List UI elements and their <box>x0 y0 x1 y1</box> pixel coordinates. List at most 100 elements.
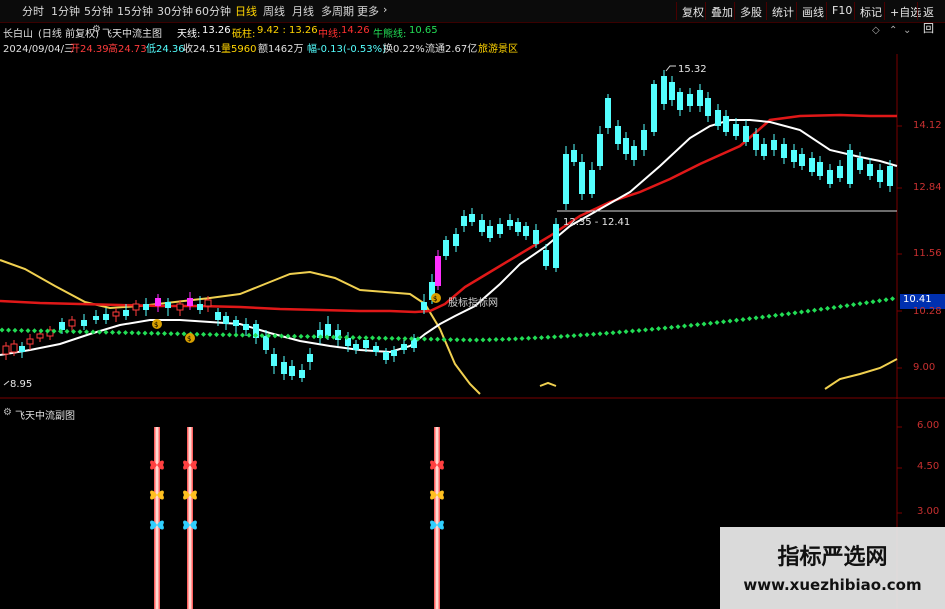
candle <box>799 148 805 170</box>
zhongxian-value: 14.26 <box>341 25 370 36</box>
dot-marker <box>643 327 648 333</box>
dot-marker <box>656 326 661 332</box>
main-chart[interactable]: $ $ $ <box>0 54 945 399</box>
dot-marker <box>591 331 596 337</box>
f10-button[interactable]: F10 <box>826 2 857 20</box>
tab-15min[interactable]: 15分钟 <box>117 3 153 19</box>
dot-marker <box>506 336 512 342</box>
dot-marker <box>201 331 206 337</box>
dot-marker <box>747 316 752 322</box>
tab-5min[interactable]: 5分钟 <box>84 3 113 19</box>
dot-marker <box>448 337 453 343</box>
dot-marker <box>766 313 772 319</box>
tab-60min[interactable]: 60分钟 <box>195 3 231 19</box>
candle <box>223 312 229 330</box>
dot-marker <box>311 334 317 340</box>
candle <box>469 208 475 226</box>
low-mark-label: 8.95 <box>10 379 33 390</box>
watermark-url: www.xuezhibiao.com <box>743 576 922 594</box>
dot-marker <box>779 312 785 318</box>
settings-gear-icon[interactable]: ⚙ <box>92 24 101 35</box>
candle <box>867 158 873 180</box>
candle <box>809 152 815 176</box>
candle <box>155 294 161 312</box>
tab-multi-period[interactable]: 多周期 <box>321 3 354 19</box>
price-axis-label: 12.84 <box>913 182 942 193</box>
tab-1min[interactable]: 1分钟 <box>51 3 80 19</box>
dot-marker <box>435 336 440 342</box>
dot-marker <box>493 337 499 343</box>
candle <box>523 222 529 240</box>
dot-marker <box>357 335 362 341</box>
range-label: 12.35 - 12.41 <box>563 217 631 228</box>
dot-marker <box>396 335 401 341</box>
dot-marker <box>838 304 843 310</box>
tab-30min[interactable]: 30分钟 <box>157 3 193 19</box>
candle <box>289 360 295 380</box>
chevron-right-icon[interactable]: › <box>383 3 387 16</box>
candle <box>837 160 843 182</box>
dot-marker <box>246 332 252 338</box>
tab-weekly[interactable]: 周线 <box>263 3 285 19</box>
dot-marker <box>623 329 629 335</box>
mark-button[interactable]: 标记 <box>854 2 887 20</box>
dot-marker <box>6 327 11 333</box>
dot-marker <box>571 333 577 339</box>
dot-marker <box>727 318 733 324</box>
chevron-down-icon[interactable]: ⌄ <box>903 25 911 36</box>
candle <box>233 316 239 334</box>
chevron-up-icon[interactable]: ⌃ <box>889 25 897 36</box>
candle <box>715 104 721 130</box>
candle <box>435 250 441 290</box>
svg-text:$: $ <box>154 321 158 329</box>
dot-marker <box>831 304 837 310</box>
sub-axis-label: 6.00 <box>917 420 940 431</box>
candle <box>401 340 407 354</box>
back-button[interactable]: 返回 <box>917 2 945 35</box>
dot-marker <box>383 335 388 341</box>
diamond-icon[interactable]: ◇ <box>872 25 880 36</box>
candle <box>615 120 621 150</box>
candle <box>112 308 120 322</box>
quote-turnover: 换0.22% <box>383 44 425 55</box>
tab-daily[interactable]: 日线 <box>235 3 257 19</box>
candle <box>697 84 703 112</box>
dot-marker <box>649 326 655 332</box>
candle <box>317 322 323 344</box>
candle <box>132 300 140 316</box>
multi-stock-button[interactable]: 多股 <box>734 2 767 20</box>
dot-marker <box>597 331 603 337</box>
tab-more[interactable]: 更多 <box>357 3 379 19</box>
dot-marker <box>279 333 284 339</box>
dot-marker <box>786 311 791 317</box>
tab-monthly[interactable]: 月线 <box>292 3 314 19</box>
candle <box>263 330 269 354</box>
svg-text:$: $ <box>187 335 191 343</box>
niuxiong-value: 10.65 <box>409 25 438 36</box>
candle <box>165 298 171 316</box>
candlesticks <box>2 70 893 382</box>
candle <box>857 152 863 174</box>
quote-change: 幅-0.13(-0.53%) <box>307 44 387 55</box>
dot-marker <box>155 330 161 336</box>
dot-marker <box>480 337 486 343</box>
candle <box>877 164 883 188</box>
dizhu-values: 9.42 : 13.26 <box>257 25 318 36</box>
candle <box>26 334 34 350</box>
draw-button[interactable]: 画线 <box>796 2 829 20</box>
dot-marker <box>19 327 24 333</box>
dot-marker <box>740 316 746 322</box>
quote-sector[interactable]: 旅游景区 <box>478 40 518 55</box>
dot-marker <box>116 330 122 336</box>
quote-volume: 量5960 <box>221 44 257 55</box>
tab-fenshi[interactable]: 分时 <box>22 3 44 19</box>
main-indicator-name[interactable]: 飞天中流主图 <box>102 25 162 40</box>
dot-marker <box>376 335 382 341</box>
watermark-title: 指标严选网 <box>777 545 888 570</box>
dot-marker <box>363 335 369 341</box>
sub-axis-label: 3.00 <box>917 506 940 517</box>
zhongxian-label: 中线: <box>318 29 342 40</box>
stats-button[interactable]: 统计 <box>766 2 799 20</box>
candle <box>243 318 249 336</box>
coin-marker: $ <box>152 319 162 329</box>
